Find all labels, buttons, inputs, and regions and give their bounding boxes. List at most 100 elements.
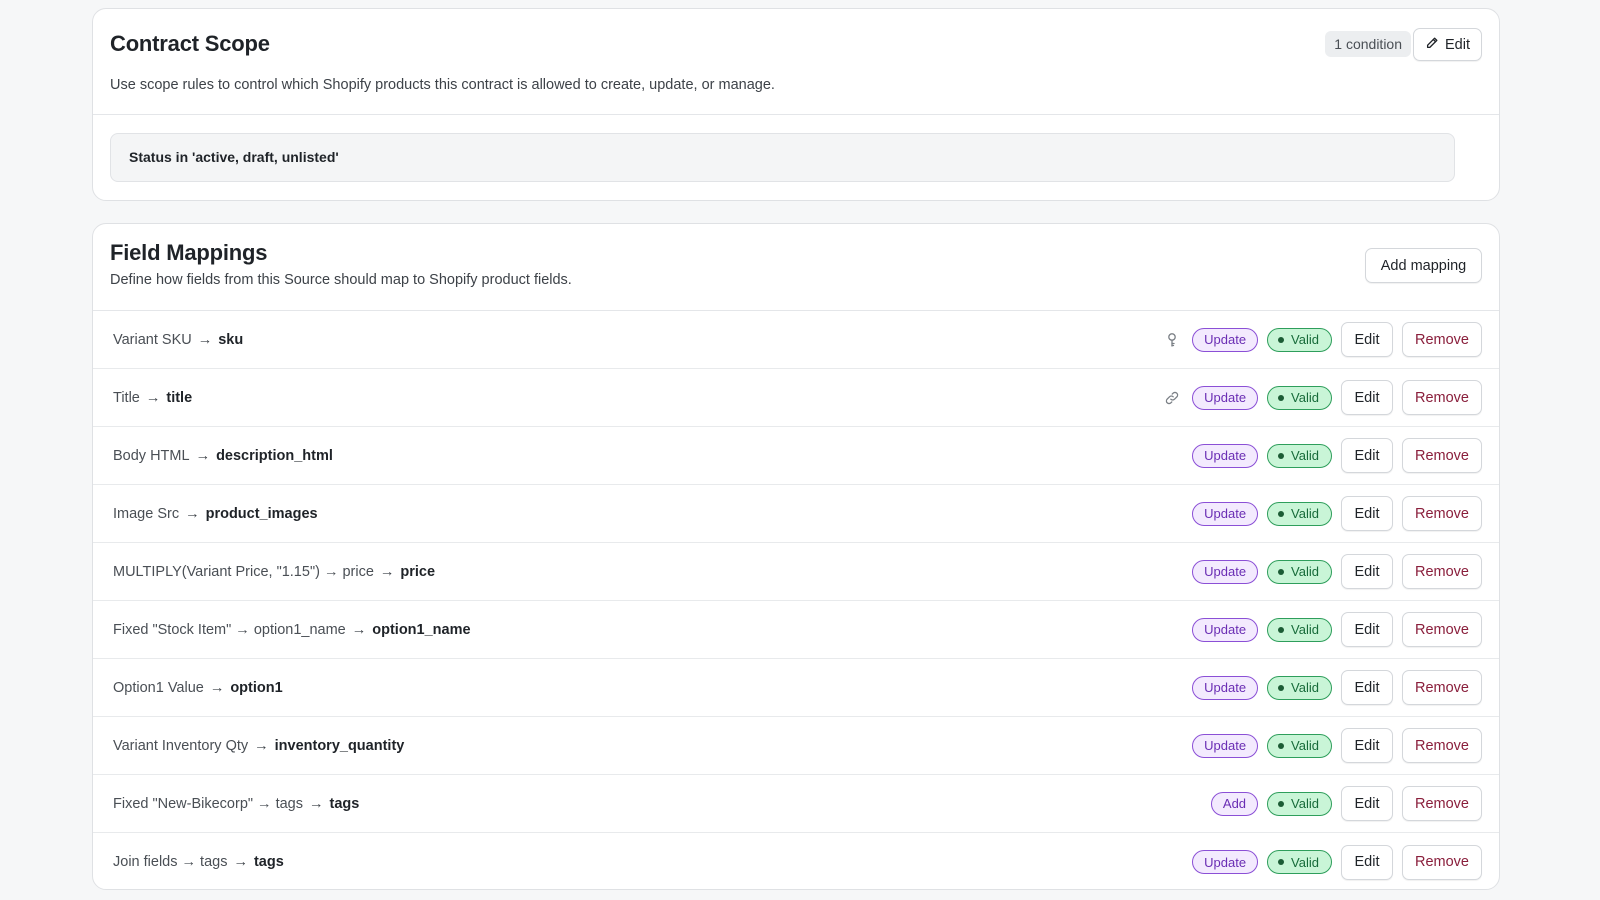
action-badge: Update (1192, 733, 1259, 758)
add-mapping-button[interactable]: Add mapping (1365, 248, 1482, 283)
action-badge: Update (1192, 559, 1259, 584)
valid-label: Valid (1291, 448, 1319, 463)
valid-label: Valid (1291, 622, 1319, 637)
mapping-target: tags (329, 795, 360, 812)
status-dot-icon (1278, 800, 1285, 807)
mapping-source: Fixed "Stock Item" → option1_name (113, 621, 346, 638)
mapping-row-actions: Update Valid Edit Remove (1192, 485, 1482, 542)
arrow-icon: → (197, 331, 213, 348)
contract-scope-description: Use scope rules to control which Shopify… (110, 77, 775, 93)
valid-label: Valid (1291, 738, 1319, 753)
status-dot-icon (1278, 742, 1285, 749)
valid-badge: Valid (1267, 501, 1332, 526)
field-mappings-description: Define how fields from this Source shoul… (110, 272, 572, 288)
scope-condition-rule[interactable]: Status in 'active, draft, unlisted' (110, 133, 1455, 182)
valid-badge: Valid (1267, 327, 1332, 352)
valid-label: Valid (1291, 796, 1319, 811)
link-icon[interactable] (1163, 389, 1181, 407)
mapping-description: Image Src → product_images (113, 506, 318, 522)
edit-scope-button[interactable]: Edit (1413, 28, 1482, 61)
valid-label: Valid (1291, 506, 1319, 521)
mapping-row-actions: Update Valid Edit Remove (1163, 369, 1482, 426)
action-badge: Update (1192, 501, 1259, 526)
arrow-icon: → (195, 447, 211, 464)
mapping-source: Variant Inventory Qty (113, 737, 249, 754)
mapping-list: Variant SKU → sku Update Valid Edit Remove… (93, 311, 1499, 889)
edit-mapping-button[interactable]: Edit (1341, 438, 1393, 473)
mapping-description: Fixed "Stock Item" → option1_name → option… (113, 622, 471, 638)
mapping-row-3: Body HTML → description_html Update Valid … (93, 427, 1499, 485)
mapping-target: description_html (216, 447, 333, 464)
status-dot-icon (1278, 568, 1285, 575)
edit-mapping-button[interactable]: Edit (1341, 728, 1393, 763)
mapping-row-actions: Update Valid Edit Remove (1192, 833, 1482, 889)
field-mappings-title: Field Mappings (110, 240, 268, 265)
edit-mapping-button[interactable]: Edit (1341, 322, 1393, 357)
action-badge: Update (1192, 675, 1259, 700)
mapping-source: Join fields → tags (113, 854, 228, 870)
valid-badge: Valid (1267, 675, 1332, 700)
mapping-description: Body HTML → description_html (113, 448, 333, 464)
mapping-description: MULTIPLY(Variant Price, "1.15") → price →… (113, 564, 435, 580)
remove-mapping-button[interactable]: Remove (1402, 496, 1482, 531)
valid-badge: Valid (1267, 385, 1332, 410)
mapping-row-10: Join fields → tags → tags Update Valid Edi… (93, 833, 1499, 889)
arrow-icon: → (233, 854, 248, 870)
mapping-description: Title → title (113, 390, 192, 406)
mapping-source: Option1 Value (113, 679, 204, 696)
edit-mapping-button[interactable]: Edit (1341, 380, 1393, 415)
mapping-description: Join fields → tags → tags (113, 854, 284, 870)
mapping-row-5: MULTIPLY(Variant Price, "1.15") → price →… (93, 543, 1499, 601)
edit-mapping-button[interactable]: Edit (1341, 554, 1393, 589)
status-dot-icon (1278, 394, 1285, 401)
mapping-row-actions: Update Valid Edit Remove (1192, 659, 1482, 716)
mapping-row-1: Variant SKU → sku Update Valid Edit Remove (93, 311, 1499, 369)
remove-mapping-button[interactable]: Remove (1402, 612, 1482, 647)
mapping-description: Variant Inventory Qty → inventory_quantity (113, 738, 404, 754)
action-badge: Update (1192, 617, 1259, 642)
remove-mapping-button[interactable]: Remove (1402, 554, 1482, 589)
status-dot-icon (1278, 859, 1285, 865)
action-badge: Update (1192, 443, 1259, 468)
remove-mapping-button[interactable]: Remove (1402, 844, 1482, 880)
mapping-row-actions: Add Valid Edit Remove (1210, 775, 1482, 832)
mapping-source: MULTIPLY(Variant Price, "1.15") → price (113, 563, 374, 580)
mapping-target: option1 (230, 679, 283, 696)
edit-mapping-button[interactable]: Edit (1341, 496, 1393, 531)
valid-badge: Valid (1267, 733, 1332, 758)
valid-label: Valid (1291, 390, 1319, 405)
remove-mapping-button[interactable]: Remove (1402, 728, 1482, 763)
contract-scope-header: Contract Scope Use scope rules to contro… (93, 9, 1499, 115)
edit-mapping-button[interactable]: Edit (1341, 670, 1393, 705)
status-dot-icon (1278, 626, 1285, 633)
edit-mapping-button[interactable]: Edit (1341, 844, 1393, 880)
remove-mapping-button[interactable]: Remove (1402, 438, 1482, 473)
valid-label: Valid (1291, 854, 1319, 870)
edit-mapping-button[interactable]: Edit (1341, 786, 1393, 821)
arrow-icon: → (145, 389, 161, 406)
arrow-icon: → (185, 505, 200, 522)
remove-mapping-button[interactable]: Remove (1402, 670, 1482, 705)
remove-mapping-button[interactable]: Remove (1402, 786, 1482, 821)
mapping-description: Option1 Value → option1 (113, 680, 283, 696)
action-badge: Update (1192, 327, 1259, 352)
valid-badge: Valid (1267, 559, 1332, 584)
mapping-target: product_images (205, 505, 318, 522)
valid-badge: Valid (1267, 443, 1332, 468)
arrow-icon: → (209, 679, 225, 696)
key-icon[interactable] (1163, 331, 1181, 349)
status-dot-icon (1278, 510, 1285, 517)
mapping-row-actions: Update Valid Edit Remove (1163, 311, 1482, 368)
edit-mapping-button[interactable]: Edit (1341, 612, 1393, 647)
mapping-source: Variant SKU (113, 331, 192, 348)
mapping-row-actions: Update Valid Edit Remove (1192, 717, 1482, 774)
status-dot-icon (1278, 336, 1285, 343)
mapping-row-actions: Update Valid Edit Remove (1192, 427, 1482, 484)
valid-badge: Valid (1267, 791, 1332, 816)
mapping-row-4: Image Src → product_images Update Valid Ed… (93, 485, 1499, 543)
mapping-description: Variant SKU → sku (113, 332, 243, 348)
remove-mapping-button[interactable]: Remove (1402, 322, 1482, 357)
mapping-row-actions: Update Valid Edit Remove (1192, 543, 1482, 600)
remove-mapping-button[interactable]: Remove (1402, 380, 1482, 415)
edit-scope-label: Edit (1445, 36, 1470, 53)
